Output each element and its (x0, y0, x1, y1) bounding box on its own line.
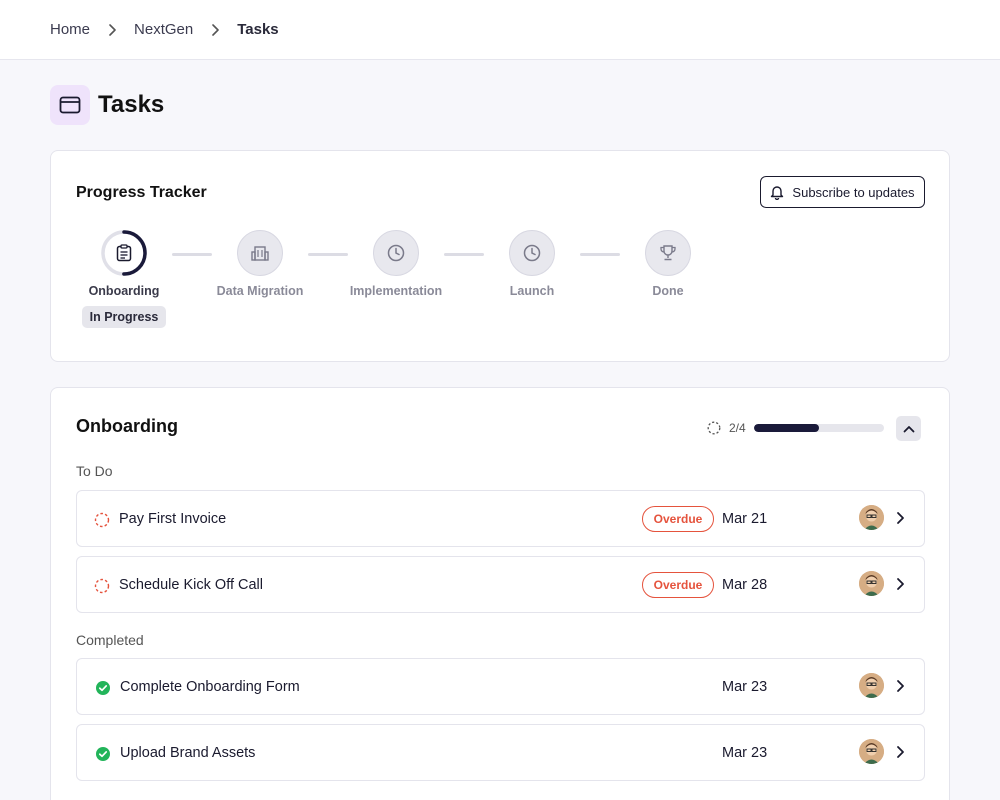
step-done[interactable]: Done (608, 230, 728, 298)
clock-icon (523, 244, 541, 262)
progress-bar-fill (753, 424, 819, 432)
todo-label: To Do (76, 463, 113, 479)
trophy-icon (660, 245, 676, 261)
step-onboarding[interactable]: Onboarding In Progress (64, 230, 184, 328)
chevron-right-icon (211, 23, 220, 36)
step-data-migration[interactable]: Data Migration (200, 230, 320, 298)
check-circle-icon (96, 681, 110, 695)
check-circle-icon (96, 747, 110, 761)
chevron-right-icon (108, 23, 116, 36)
step-launch[interactable]: Launch (472, 230, 592, 298)
step-circle (645, 230, 691, 276)
task-row[interactable]: Pay First Invoice Overdue Mar 21 (76, 490, 925, 547)
task-name: Complete Onboarding Form (120, 679, 300, 695)
step-circle (237, 230, 283, 276)
task-date: Mar 23 (722, 745, 768, 761)
step-implementation[interactable]: Implementation (336, 230, 456, 298)
task-date: Mar 28 (722, 577, 768, 593)
collapse-button[interactable] (896, 416, 921, 441)
task-name: Upload Brand Assets (120, 745, 256, 761)
progress-count: 2/4 (729, 421, 746, 435)
breadcrumb-home[interactable]: Home (50, 21, 90, 38)
progress-tracker-card: Progress Tracker Subscribe to updates On… (50, 150, 950, 362)
onboarding-card: Onboarding 2/4 To Do Pay First Invoice O… (50, 387, 950, 800)
dashed-circle-icon (707, 421, 721, 435)
step-label: Implementation (349, 284, 443, 298)
progress-bar (753, 424, 884, 432)
step-label: Data Migration (216, 284, 304, 298)
chevron-up-icon (903, 425, 914, 432)
section-title: Onboarding (76, 416, 178, 436)
task-name: Schedule Kick Off Call (119, 577, 263, 593)
avatar[interactable] (859, 571, 884, 596)
browser-window-icon (50, 85, 90, 125)
avatar[interactable] (859, 505, 884, 530)
subscribe-label: Subscribe to updates (792, 184, 915, 200)
task-progress: 2/4 (707, 421, 884, 435)
task-date: Mar 21 (722, 511, 768, 527)
chevron-right-icon[interactable] (895, 511, 905, 525)
step-label: Launch (509, 284, 555, 298)
clipboard-icon (116, 244, 132, 262)
step-label: Done (652, 284, 684, 298)
todo-status-icon (94, 512, 110, 528)
task-row[interactable]: Complete Onboarding Form Mar 23 (76, 658, 925, 715)
status-badge: In Progress (81, 306, 167, 328)
breadcrumb-current: Tasks (237, 21, 279, 38)
avatar[interactable] (859, 739, 884, 764)
overdue-badge: Overdue (642, 506, 714, 532)
building-icon (251, 246, 269, 261)
bell-icon (771, 186, 784, 200)
chevron-right-icon[interactable] (895, 577, 905, 591)
task-row[interactable]: Upload Brand Assets Mar 23 (76, 724, 925, 781)
subscribe-button[interactable]: Subscribe to updates (760, 176, 925, 208)
step-circle (509, 230, 555, 276)
todo-status-icon (94, 578, 110, 594)
completed-label: Completed (76, 632, 144, 648)
clock-icon (387, 244, 405, 262)
breadcrumb-project[interactable]: NextGen (134, 21, 193, 38)
page-title: Tasks (98, 91, 165, 118)
avatar[interactable] (859, 673, 884, 698)
step-label: Onboarding (88, 284, 160, 298)
overdue-badge: Overdue (642, 572, 714, 598)
step-progress-ring (101, 230, 147, 276)
tracker-title: Progress Tracker (76, 184, 207, 201)
task-name: Pay First Invoice (119, 511, 227, 527)
step-circle (373, 230, 419, 276)
task-row[interactable]: Schedule Kick Off Call Overdue Mar 28 (76, 556, 925, 613)
chevron-right-icon[interactable] (895, 679, 905, 693)
breadcrumb: Home NextGen Tasks (0, 0, 1000, 60)
page-header: Tasks (50, 85, 164, 125)
chevron-right-icon[interactable] (895, 745, 905, 759)
task-date: Mar 23 (722, 679, 768, 695)
